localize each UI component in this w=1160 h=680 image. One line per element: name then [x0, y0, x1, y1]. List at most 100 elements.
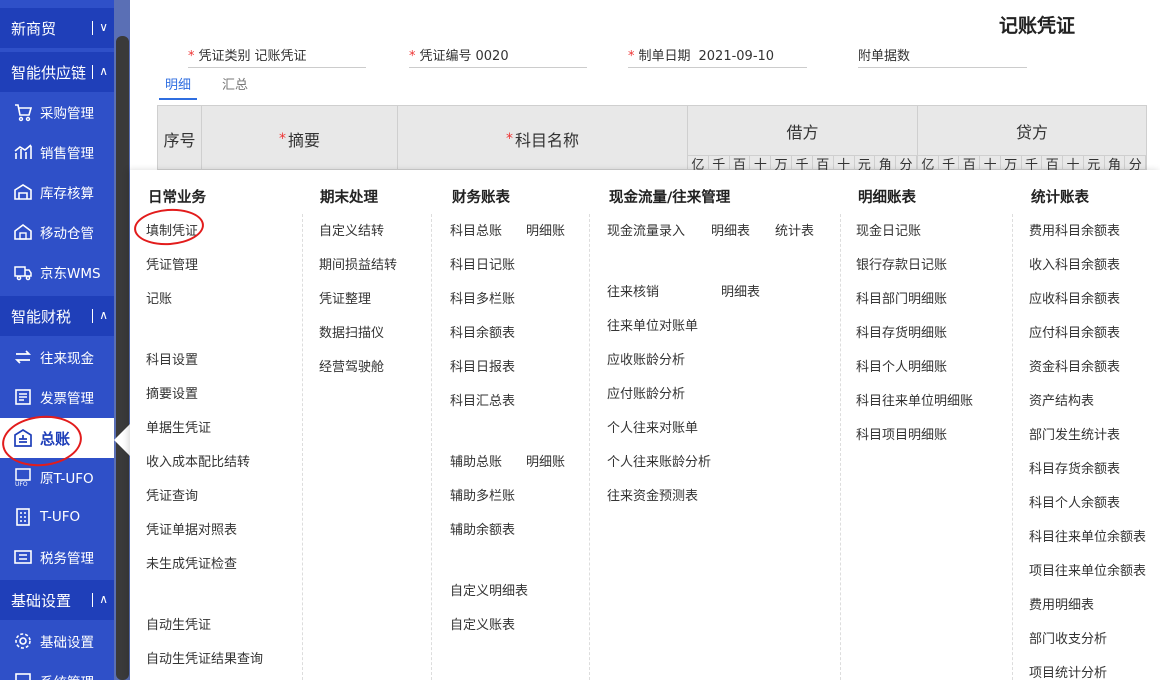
menu-item-expense-detail[interactable]: 费用明细表: [1029, 594, 1094, 613]
menu-item-ap-aging[interactable]: 应付账龄分析: [607, 383, 685, 402]
bar-chart-icon: [12, 141, 34, 163]
menu-item-aux-multicolumn[interactable]: 辅助多栏账: [450, 485, 515, 504]
menu-item-account-settings[interactable]: 科目设置: [146, 349, 198, 368]
menu-item-aux-balance[interactable]: 辅助余额表: [450, 519, 515, 538]
menu-item-fund-balance[interactable]: 资金科目余额表: [1029, 356, 1120, 375]
menu-item-bank-journal[interactable]: 银行存款日记账: [856, 254, 947, 273]
menu-item-voucher-management[interactable]: 凭证管理: [146, 254, 198, 273]
sidebar-item-mobile-warehouse[interactable]: 移动仓管: [0, 212, 114, 252]
menu-item-personal-detail[interactable]: 科目个人明细账: [856, 356, 947, 375]
chevron-up-icon[interactable]: ∧: [92, 308, 108, 323]
menu-item-ar-ap-writeoff[interactable]: 往来核销: [607, 281, 659, 300]
menu-item-asset-structure[interactable]: 资产结构表: [1029, 390, 1094, 409]
menu-item-custom-detail[interactable]: 自定义明细表: [450, 580, 528, 599]
menu-item-ar-aging[interactable]: 应收账龄分析: [607, 349, 685, 368]
menu-item-data-scanner[interactable]: 数据扫描仪: [319, 322, 384, 341]
credit-digit-headers: 亿千百十万千百十元角分: [918, 156, 1146, 171]
tab-detail[interactable]: 明细: [159, 74, 198, 100]
menu-item-project-stats[interactable]: 项目统计分析: [1029, 662, 1107, 680]
menu-item-account-detail-ledger[interactable]: 明细账: [526, 220, 565, 239]
menu-item-auto-voucher-results[interactable]: 自动生凭证结果查询: [146, 648, 263, 667]
sidebar-item-tax[interactable]: 税务管理: [0, 537, 114, 577]
menu-item-voucher-doc-mapping[interactable]: 凭证单据对照表: [146, 519, 237, 538]
sidebar-item-jd-wms[interactable]: 京东WMS: [0, 252, 114, 292]
menu-item-custom-carryover[interactable]: 自定义结转: [319, 220, 384, 239]
menu-item-counterparty-statement[interactable]: 往来单位对账单: [607, 315, 698, 334]
sidebar-item-sales[interactable]: 销售管理: [0, 132, 114, 172]
sidebar-item-basic-settings[interactable]: 基础设置: [0, 621, 114, 661]
menu-item-cash-journal[interactable]: 现金日记账: [856, 220, 921, 239]
menu-item-summary-settings[interactable]: 摘要设置: [146, 383, 198, 402]
sidebar-section-basic[interactable]: 基础设置 ∧: [0, 580, 114, 620]
menu-item-account-general-ledger[interactable]: 科目总账: [450, 220, 502, 239]
menu-item-payable-balance[interactable]: 应付科目余额表: [1029, 322, 1120, 341]
menu-item-aux-general-ledger[interactable]: 辅助总账: [450, 451, 502, 470]
menu-item-aux-detail-ledger[interactable]: 明细账: [526, 451, 565, 470]
voucher-type-field[interactable]: * 凭证类别 记账凭证: [188, 44, 366, 68]
menu-item-counterparty-balance[interactable]: 科目往来单位余额表: [1029, 526, 1146, 545]
voucher-date-field[interactable]: * 制单日期 2021-09-10: [628, 44, 807, 68]
menu-item-pnl-carryover[interactable]: 期间损益结转: [319, 254, 397, 273]
menu-item-dept-income-expense[interactable]: 部门收支分析: [1029, 628, 1107, 647]
menu-item-project-counterparty-balance[interactable]: 项目往来单位余额表: [1029, 560, 1146, 579]
menu-item-dept-stats[interactable]: 部门发生统计表: [1029, 424, 1120, 443]
menu-item-account-multicolumn[interactable]: 科目多栏账: [450, 288, 515, 307]
menu-item-custom-books[interactable]: 自定义账表: [450, 614, 515, 633]
menu-item-personal-statement[interactable]: 个人往来对账单: [607, 417, 698, 436]
chevron-up-icon[interactable]: ∧: [92, 64, 108, 79]
sidebar-section-finance[interactable]: 智能财税 ∧: [0, 296, 114, 336]
menu-column-stats: 统计账表 费用科目余额表 收入科目余额表 应收科目余额表 应付科目余额表 资金科…: [1014, 170, 1160, 680]
sidebar-item-old-tufo[interactable]: UFO 原T-UFO: [0, 457, 114, 497]
menu-item-writeoff-detail[interactable]: 明细表: [721, 281, 760, 300]
menu-item-voucher-query[interactable]: 凭证查询: [146, 485, 198, 504]
menu-item-fund-forecast[interactable]: 往来资金预测表: [607, 485, 698, 504]
menu-item-cashflow-stats[interactable]: 统计表: [775, 220, 814, 239]
menu-item-post[interactable]: 记账: [146, 288, 172, 307]
sidebar-item-inventory[interactable]: 库存核算: [0, 172, 114, 212]
menu-item-stock-balance[interactable]: 科目存货余额表: [1029, 458, 1120, 477]
menu-item-revenue-cost-matching[interactable]: 收入成本配比结转: [146, 451, 250, 470]
menu-item-auto-voucher[interactable]: 自动生凭证: [146, 614, 211, 633]
menu-item-cashflow-entry[interactable]: 现金流量录入: [607, 220, 685, 239]
sidebar-section-xinshangmao[interactable]: 新商贸 ∨: [0, 8, 114, 48]
menu-item-doc-to-voucher[interactable]: 单据生凭证: [146, 417, 211, 436]
sidebar-section-supply-chain[interactable]: 智能供应链 ∧: [0, 52, 114, 92]
menu-item-account-journal[interactable]: 科目日记账: [450, 254, 515, 273]
menu-item-personal-balance[interactable]: 科目个人余额表: [1029, 492, 1120, 511]
menu-item-ungenerated-voucher-check[interactable]: 未生成凭证检查: [146, 553, 237, 572]
voucher-date-value[interactable]: 2021-09-10: [699, 49, 775, 64]
menu-item-counterparty-detail[interactable]: 科目往来单位明细账: [856, 390, 973, 409]
sidebar-scrollbar-thumb[interactable]: [116, 36, 129, 680]
menu-item-create-voucher[interactable]: 填制凭证: [146, 220, 198, 239]
sidebar-item-tufo[interactable]: T-UFO: [0, 497, 114, 537]
voucher-number-value[interactable]: 0020: [476, 49, 509, 64]
menu-pointer: [114, 424, 130, 456]
sidebar-item-system[interactable]: 系统管理: [0, 661, 114, 680]
sidebar-item-invoice[interactable]: 发票管理: [0, 377, 114, 417]
sidebar-item-general-ledger[interactable]: 总账: [0, 418, 114, 458]
menu-item-account-summary[interactable]: 科目汇总表: [450, 390, 515, 409]
menu-item-business-cockpit[interactable]: 经营驾驶舱: [319, 356, 384, 375]
required-marker: *: [409, 49, 416, 64]
tab-summary[interactable]: 汇总: [216, 74, 254, 100]
sidebar-item-cash[interactable]: 往来现金: [0, 337, 114, 377]
menu-item-dept-detail[interactable]: 科目部门明细账: [856, 288, 947, 307]
menu-item-expense-balance[interactable]: 费用科目余额表: [1029, 220, 1120, 239]
column-debit: 借方 亿千百十万千百十元角分: [688, 106, 918, 171]
chevron-down-icon[interactable]: ∨: [92, 20, 108, 35]
menu-item-account-daily-report[interactable]: 科目日报表: [450, 356, 515, 375]
sidebar-item-purchase[interactable]: 采购管理: [0, 92, 114, 132]
chevron-up-icon[interactable]: ∧: [92, 592, 108, 607]
menu-item-stock-detail[interactable]: 科目存货明细账: [856, 322, 947, 341]
menu-item-receivable-balance[interactable]: 应收科目余额表: [1029, 288, 1120, 307]
menu-column-detail-books: 明细账表 现金日记账 银行存款日记账 科目部门明细账 科目存货明细账 科目个人明…: [842, 170, 1013, 680]
menu-item-income-balance[interactable]: 收入科目余额表: [1029, 254, 1120, 273]
menu-item-project-detail[interactable]: 科目项目明细账: [856, 424, 947, 443]
voucher-type-value[interactable]: 记账凭证: [255, 45, 307, 64]
menu-item-voucher-organize[interactable]: 凭证整理: [319, 288, 371, 307]
menu-item-account-balance[interactable]: 科目余额表: [450, 322, 515, 341]
attachments-field[interactable]: 附单据数: [858, 44, 1027, 68]
menu-item-personal-aging[interactable]: 个人往来账龄分析: [607, 451, 711, 470]
voucher-number-field[interactable]: * 凭证编号 0020: [409, 44, 587, 68]
menu-item-cashflow-detail[interactable]: 明细表: [711, 220, 750, 239]
